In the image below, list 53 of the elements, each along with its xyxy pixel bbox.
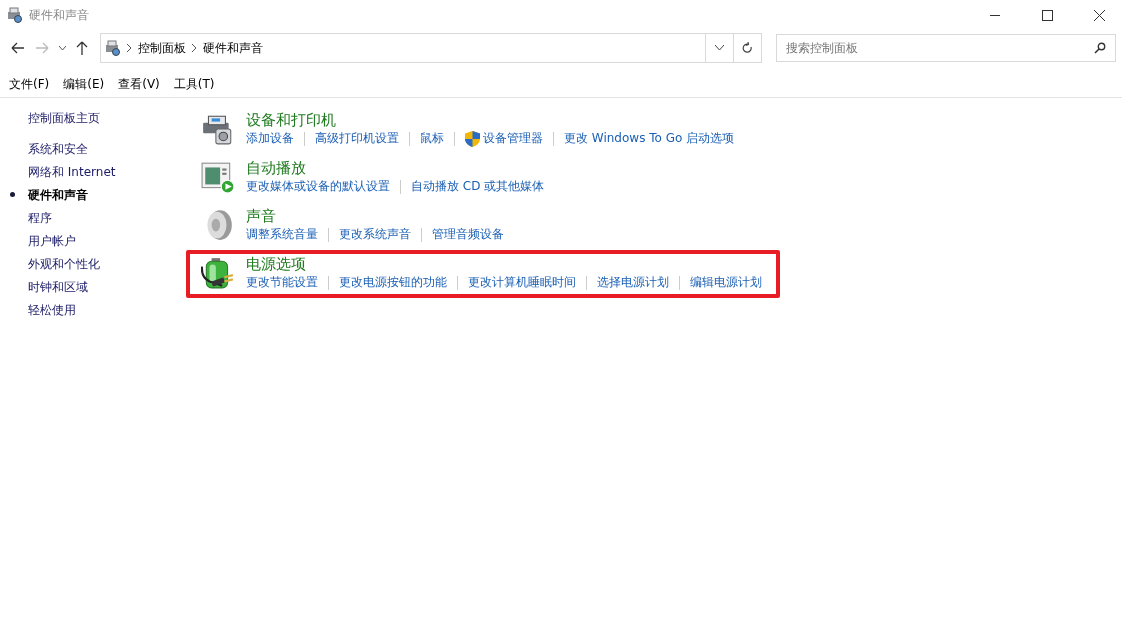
window-title: 硬件和声音: [29, 6, 90, 24]
search-icon: [1094, 42, 1106, 54]
task-link[interactable]: 更改 Windows To Go 启动选项: [564, 130, 735, 147]
address-bar[interactable]: 控制面板 硬件和声音: [100, 33, 762, 63]
task-link[interactable]: 管理音频设备: [432, 226, 504, 243]
sidebar-item[interactable]: 硬件和声音: [28, 187, 88, 203]
media-window-icon: [201, 160, 235, 194]
task-link[interactable]: 更改媒体或设备的默认设置: [246, 178, 390, 195]
task-link[interactable]: 添加设备: [246, 130, 294, 147]
task-link[interactable]: 调整系统音量: [246, 226, 318, 243]
sidebar-item[interactable]: 系统和安全: [28, 141, 88, 157]
breadcrumb[interactable]: 控制面板: [138, 39, 186, 57]
task-link[interactable]: 设备管理器: [465, 130, 543, 147]
task-link[interactable]: 编辑电源计划: [690, 274, 762, 291]
battery-plug-icon: [201, 256, 235, 290]
forward-arrow-icon: [35, 42, 49, 54]
menu-item[interactable]: 工具(T): [173, 74, 215, 95]
sidebar-item[interactable]: 网络和 Internet: [28, 164, 116, 180]
sidebar-item[interactable]: 程序: [28, 210, 52, 226]
sidebar-item[interactable]: 轻松使用: [28, 302, 76, 318]
maximize-icon: [1041, 9, 1053, 21]
task-link[interactable]: 高级打印机设置: [315, 130, 399, 147]
search-field[interactable]: 搜索控制面板: [776, 34, 1116, 62]
task-link[interactable]: 自动播放 CD 或其他媒体: [411, 178, 545, 195]
control-panel-icon: [105, 40, 121, 56]
breadcrumb[interactable]: 硬件和声音: [203, 39, 263, 57]
bullet-icon: [10, 192, 15, 197]
chevron-icon: [127, 44, 132, 52]
back-arrow-icon: [11, 42, 25, 54]
task-link[interactable]: 选择电源计划: [597, 274, 669, 291]
up-arrow-icon: [76, 41, 88, 55]
sidebar-link[interactable]: 控制面板主页: [28, 110, 100, 127]
task-link[interactable]: 更改计算机睡眠时间: [468, 274, 576, 291]
category-title[interactable]: 声音: [246, 206, 276, 226]
sidebar-item[interactable]: 用户帐户: [28, 233, 76, 249]
task-link[interactable]: 更改系统声音: [339, 226, 411, 243]
category-title[interactable]: 设备和打印机: [246, 110, 336, 130]
task-link[interactable]: 更改节能设置: [246, 274, 318, 291]
menu-item[interactable]: 编辑(E): [63, 74, 105, 95]
task-link[interactable]: 更改电源按钮的功能: [339, 274, 447, 291]
sidebar-item[interactable]: 时钟和区域: [28, 279, 88, 295]
control-panel-icon: [7, 7, 23, 23]
caret-icon: [58, 45, 66, 51]
caret-icon: [715, 45, 724, 51]
task-link[interactable]: 鼠标: [420, 130, 444, 147]
refresh-icon: [742, 42, 753, 54]
menu-item[interactable]: 文件(F): [9, 74, 50, 95]
category-title[interactable]: 自动播放: [246, 158, 306, 178]
close-icon: [1093, 9, 1105, 21]
menu-item[interactable]: 查看(V): [118, 74, 160, 95]
chevron-icon: [192, 44, 197, 52]
sidebar-item[interactable]: 外观和个性化: [28, 256, 100, 272]
category-title[interactable]: 电源选项: [246, 254, 306, 274]
